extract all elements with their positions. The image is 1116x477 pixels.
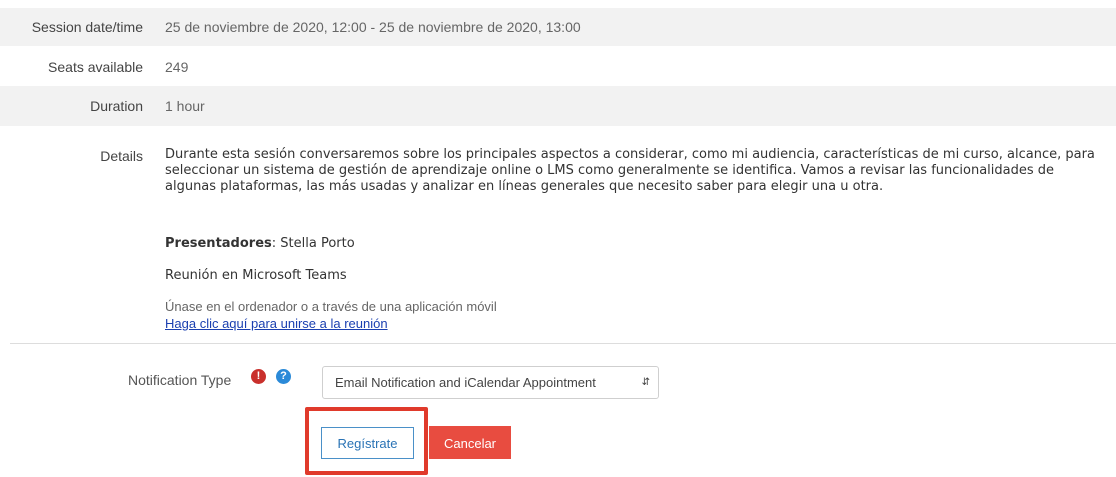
notification-type-value: Email Notification and iCalendar Appoint… — [335, 375, 596, 390]
meeting-platform: Reunión en Microsoft Teams — [165, 268, 347, 283]
join-note: Únase en el ordenador o a través de una … — [165, 299, 497, 314]
details-description: Durante esta sesión conversaremos sobre … — [165, 147, 1105, 195]
duration-label: Duration — [90, 98, 143, 114]
exclamation-circle-icon: ! — [251, 369, 266, 384]
duration-value: 1 hour — [165, 98, 205, 114]
register-button[interactable]: Regístrate — [321, 427, 414, 459]
presenters-label: Presentadores — [165, 236, 272, 251]
presenters-value: : Stella Porto — [271, 236, 355, 251]
session-date-value: 25 de noviembre de 2020, 12:00 - 25 de n… — [165, 19, 581, 35]
cancel-button[interactable]: Cancelar — [429, 426, 511, 459]
session-date-row: Session date/time 25 de noviembre de 202… — [0, 8, 1116, 46]
seats-row: Seats available 249 — [0, 46, 1116, 86]
session-date-label: Session date/time — [31, 19, 143, 35]
divider — [10, 343, 1116, 344]
seats-value: 249 — [165, 59, 189, 75]
duration-row: Duration 1 hour — [0, 86, 1116, 126]
seats-label: Seats available — [48, 59, 143, 75]
select-caret-icon: ⇵ — [641, 377, 650, 388]
notification-type-label: Notification Type — [128, 372, 232, 388]
join-meeting-link[interactable]: Haga clic aquí para unirse a la reunión — [165, 316, 388, 331]
presenters-line: Presentadores: Stella Porto — [165, 236, 355, 251]
notification-type-select[interactable]: Email Notification and iCalendar Appoint… — [322, 366, 659, 399]
details-text: Durante esta sesión conversaremos sobre … — [165, 147, 1095, 194]
question-circle-icon[interactable]: ? — [276, 369, 291, 384]
details-label: Details — [100, 148, 143, 164]
